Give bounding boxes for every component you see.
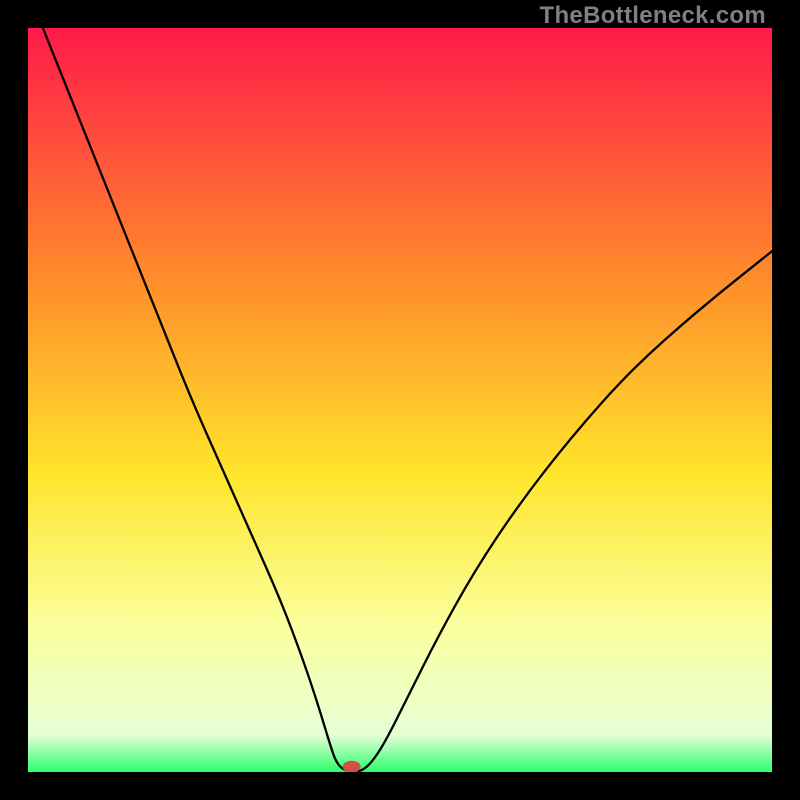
chart-svg <box>28 28 772 772</box>
gradient-background <box>28 28 772 772</box>
chart-plot-area <box>28 28 772 772</box>
watermark-text: TheBottleneck.com <box>540 2 766 30</box>
chart-frame: TheBottleneck.com <box>0 0 800 800</box>
